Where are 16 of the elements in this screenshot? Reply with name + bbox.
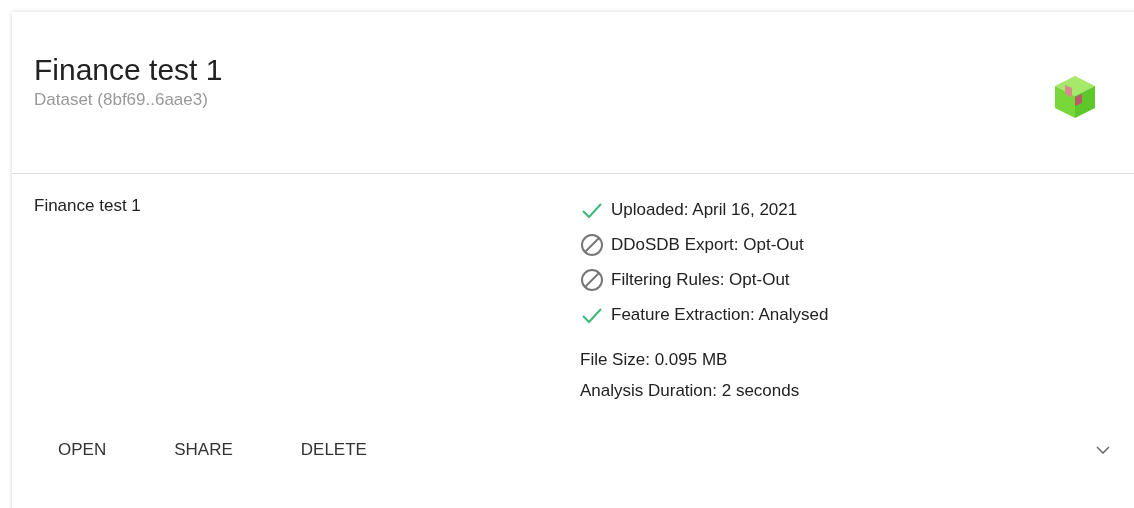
blocked-icon [580, 232, 604, 257]
card-title: Finance test 1 [34, 52, 224, 88]
action-button[interactable]: DELETE [288, 432, 379, 468]
action-button[interactable]: SHARE [162, 432, 245, 468]
status-label: Feature Extraction: Analysed [611, 304, 829, 325]
cube-icon [1052, 74, 1098, 120]
card-subtitle: Dataset (8bf69..6aae3) [34, 90, 209, 110]
status-label: Uploaded: April 16, 2021 [611, 199, 798, 220]
dataset-description: Finance test 1 [34, 196, 141, 215]
action-button[interactable]: OPEN [46, 432, 119, 468]
detail-text: File Size: 0.095 MB [580, 349, 729, 371]
blocked-icon [580, 267, 604, 292]
status-label: Filtering Rules: Opt-Out [611, 269, 790, 290]
status-label: DDoSDB Export: Opt-Out [611, 234, 804, 255]
detail-text: Analysis Duration: 2 seconds [580, 380, 801, 402]
chevron-down-icon[interactable] [1096, 446, 1110, 454]
